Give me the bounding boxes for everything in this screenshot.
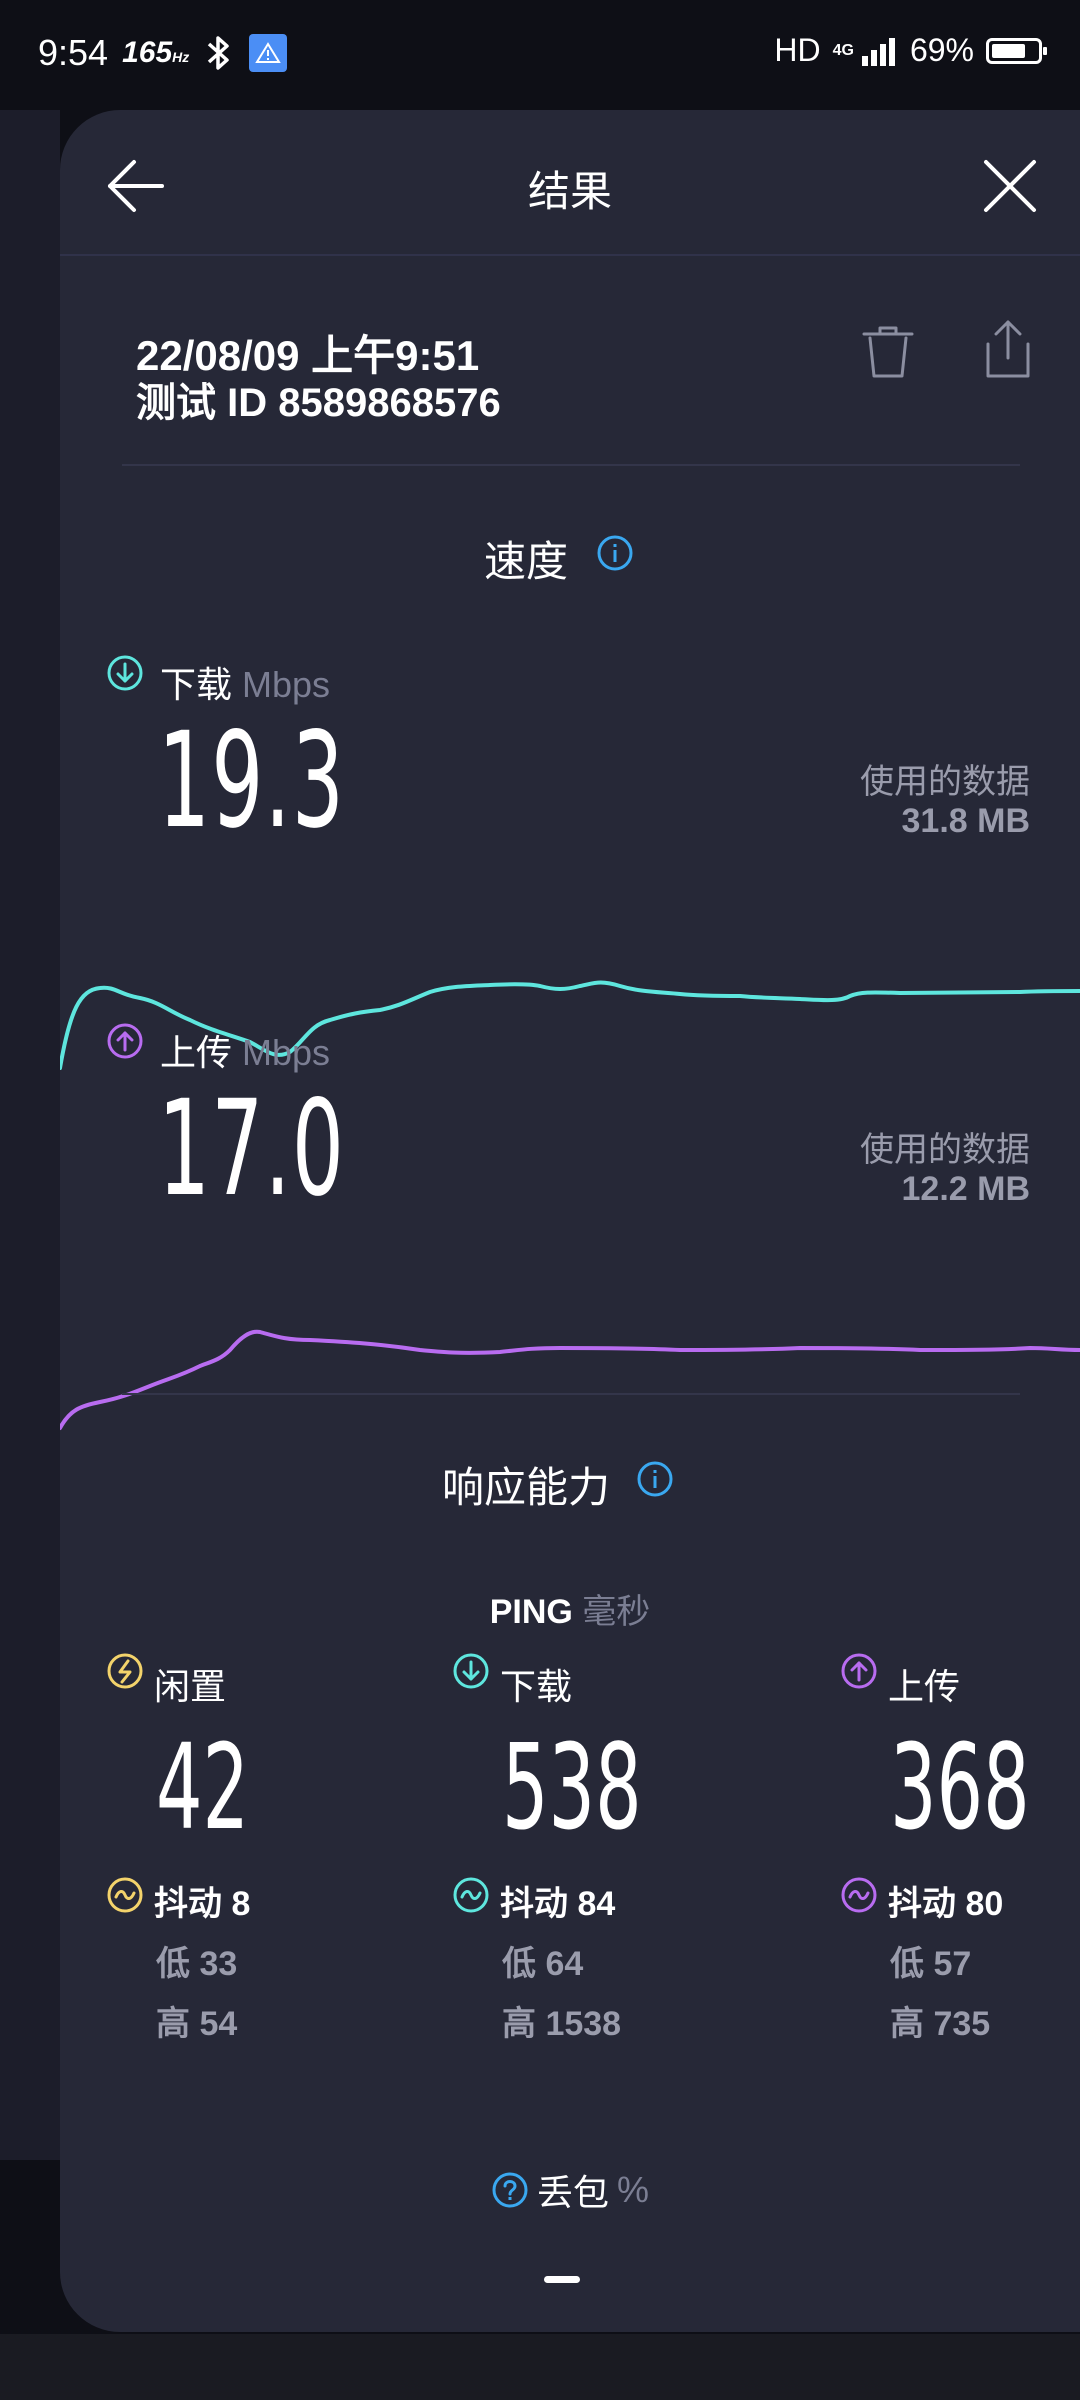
bluetooth-icon bbox=[208, 36, 230, 70]
battery-icon bbox=[986, 37, 1047, 64]
delete-button[interactable] bbox=[860, 322, 916, 382]
download-data-used-label: 使用的数据 bbox=[860, 763, 1030, 801]
packet-loss[interactable]: 丢包 % bbox=[60, 2164, 1080, 2218]
upload-ping-value: 368 bbox=[890, 1718, 1030, 1856]
results-sheet: 结果 22/08/09 上午9:51 测试 ID 8589868576 速度 下… bbox=[60, 110, 1080, 2332]
trash-icon bbox=[862, 326, 914, 378]
packet-loss-unit: % bbox=[617, 2169, 650, 2210]
download-high: 高 1538 bbox=[502, 2005, 622, 2043]
idle-high: 高 54 bbox=[156, 2005, 238, 2043]
warning-notification-icon bbox=[249, 34, 288, 72]
idle-label: 闲置 bbox=[154, 1666, 227, 1707]
idle-low: 低 33 bbox=[156, 1945, 238, 1983]
upload-label: 上传 Mbps bbox=[160, 1032, 331, 1073]
upload-speed-line bbox=[60, 1329, 1080, 1430]
download-data-used-value: 31.8 MB bbox=[901, 802, 1031, 840]
navigation-bar bbox=[0, 2334, 1080, 2400]
upload-jitter: 抖动 80 bbox=[888, 1885, 1004, 1923]
download-icon bbox=[453, 1653, 489, 1689]
download-jitter: 抖动 84 bbox=[500, 1885, 616, 1923]
page-title: 结果 bbox=[527, 168, 612, 215]
speed-info-icon[interactable] bbox=[596, 534, 634, 572]
status-bar: 9:54 165Hz HD 4G 69% bbox=[0, 0, 1080, 110]
upload-data-used-label: 使用的数据 bbox=[860, 1131, 1030, 1169]
download-low: 低 64 bbox=[502, 1945, 584, 1983]
header: 结果 bbox=[60, 110, 1080, 256]
refresh-rate: 165Hz bbox=[122, 36, 190, 69]
jitter-icon bbox=[107, 1877, 143, 1913]
battery-percent: 69% bbox=[909, 32, 974, 68]
close-button[interactable] bbox=[974, 150, 1046, 222]
download-speed-value: 19.3 bbox=[158, 704, 346, 858]
idle-icon bbox=[107, 1653, 143, 1689]
upload-icon bbox=[841, 1653, 877, 1689]
responsiveness-info-icon[interactable] bbox=[636, 1460, 674, 1498]
scroll-indicator bbox=[544, 2276, 580, 2283]
divider bbox=[122, 1393, 1020, 1395]
upload-low: 低 57 bbox=[890, 1945, 972, 1983]
upload-ping-label: 上传 bbox=[888, 1666, 961, 1707]
share-icon bbox=[986, 320, 1030, 378]
background-page-edge bbox=[0, 110, 60, 2160]
download-ping-label: 下载 bbox=[500, 1666, 573, 1707]
share-button[interactable] bbox=[978, 318, 1038, 382]
upload-data-used-value: 12.2 MB bbox=[901, 1170, 1031, 1208]
packet-loss-label: 丢包 bbox=[536, 2172, 609, 2213]
close-icon bbox=[984, 160, 1036, 212]
jitter-icon bbox=[453, 1877, 489, 1913]
download-ping-value: 538 bbox=[502, 1718, 642, 1856]
test-id: 测试 ID 8589868576 bbox=[136, 381, 501, 425]
upload-speed-graph bbox=[60, 1329, 1080, 1430]
speed-section-title: 速度 bbox=[484, 538, 569, 585]
jitter-icon bbox=[841, 1877, 877, 1913]
signal-icon bbox=[861, 37, 895, 66]
upload-high: 高 735 bbox=[890, 2005, 991, 2043]
upload-speed-value: 17.0 bbox=[158, 1072, 346, 1226]
download-label: 下载 Mbps bbox=[160, 664, 331, 705]
help-icon[interactable] bbox=[491, 2171, 529, 2209]
idle-jitter: 抖动 8 bbox=[154, 1885, 251, 1923]
responsiveness-section-title: 响应能力 bbox=[442, 1464, 611, 1511]
download-icon bbox=[107, 655, 143, 691]
hd-indicator: HD bbox=[774, 32, 821, 68]
ping-title: PING 毫秒 bbox=[489, 1593, 651, 1631]
divider bbox=[122, 464, 1020, 466]
upload-icon bbox=[107, 1023, 143, 1059]
idle-ping-value: 42 bbox=[156, 1718, 250, 1856]
network-type: 4G bbox=[832, 41, 854, 59]
status-time: 9:54 bbox=[38, 32, 109, 73]
